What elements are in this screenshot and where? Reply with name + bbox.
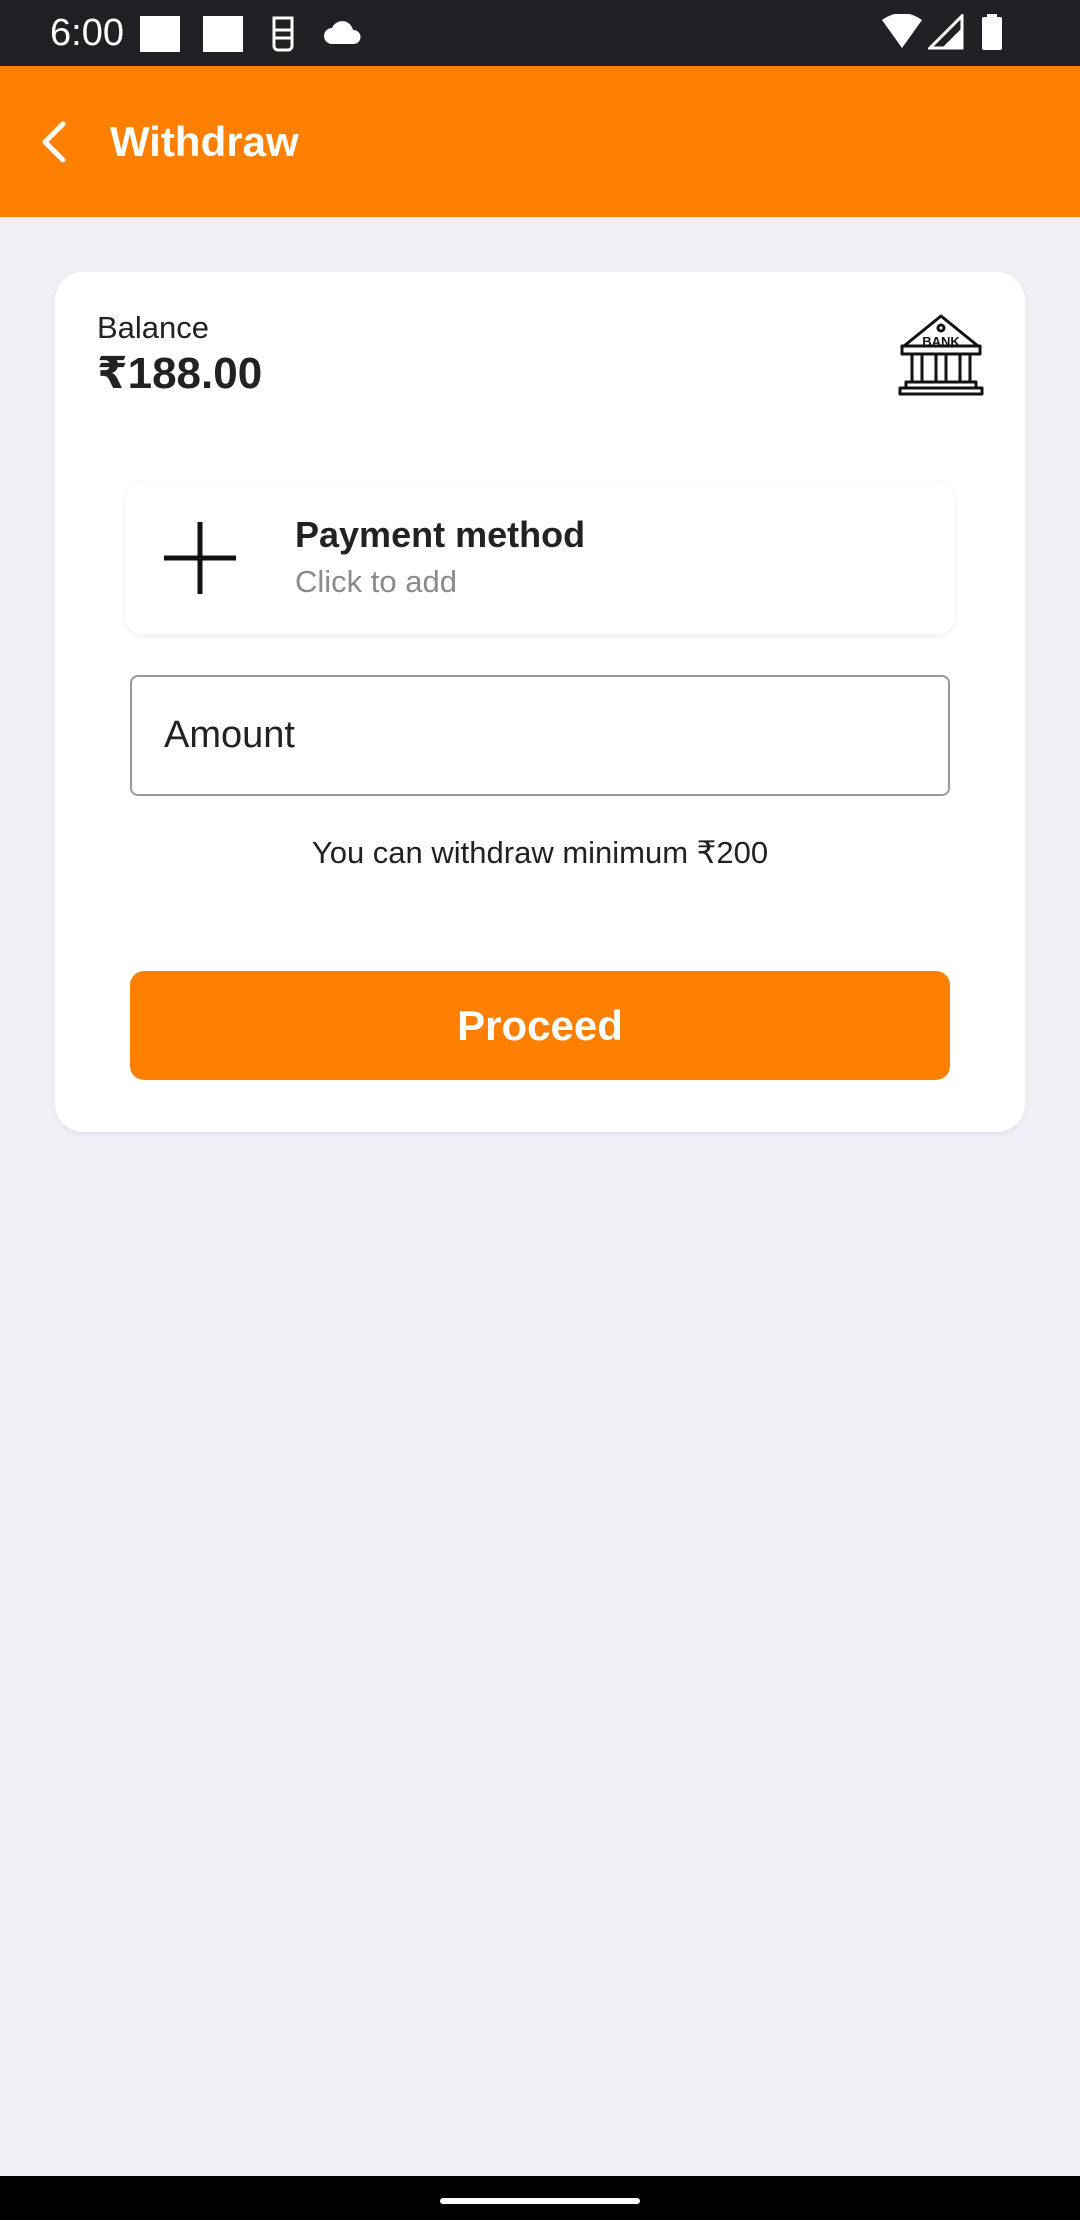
- payment-method-subtitle: Click to add: [295, 564, 457, 599]
- back-button[interactable]: [30, 106, 78, 178]
- amount-input[interactable]: [130, 675, 950, 796]
- svg-text:BANK: BANK: [922, 334, 960, 349]
- wifi-icon: [882, 14, 922, 48]
- status-bar: 6:00: [0, 0, 1080, 66]
- withdraw-minimum-hint: You can withdraw minimum ₹200: [311, 835, 769, 870]
- proceed-button[interactable]: Proceed: [130, 971, 950, 1080]
- sim-icon: [272, 16, 294, 52]
- cloud-icon: [324, 21, 361, 44]
- notification-square-icon: [140, 16, 180, 52]
- payment-method-title: Payment method: [295, 514, 586, 555]
- balance-amount: ₹188.00: [97, 349, 263, 398]
- home-handle[interactable]: [440, 2198, 640, 2204]
- balance-label: Balance: [97, 310, 210, 345]
- plus-icon: [164, 522, 236, 594]
- navigation-bar: [0, 2176, 1080, 2220]
- battery-icon: [982, 14, 1002, 50]
- status-time: 6:00: [50, 12, 124, 54]
- page-title: Withdraw: [110, 118, 299, 165]
- app-bar: Withdraw: [0, 66, 1080, 217]
- signal-icon: [928, 14, 964, 50]
- payment-method-button[interactable]: Payment method Click to add: [125, 482, 955, 634]
- bank-icon: BANK: [898, 314, 984, 396]
- chevron-left-icon: [42, 121, 66, 163]
- notification-square-icon: [203, 16, 243, 52]
- withdraw-card: Balance ₹188.00 BANK Payment method Clic…: [55, 272, 1025, 1132]
